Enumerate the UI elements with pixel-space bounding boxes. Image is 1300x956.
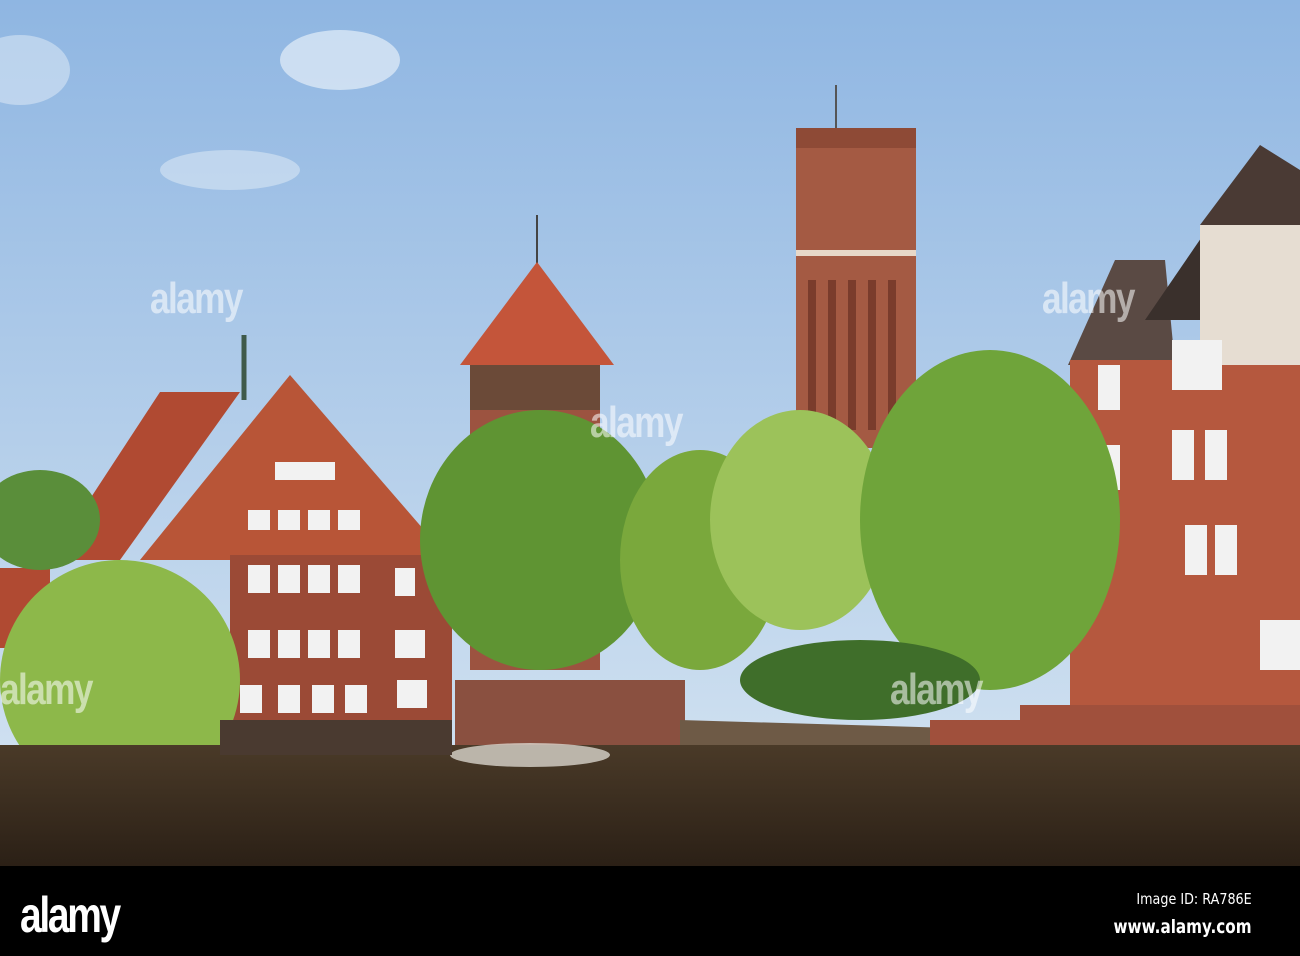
- cloud: [280, 30, 400, 90]
- watermark: alamy: [1042, 274, 1135, 323]
- river: [0, 745, 1300, 866]
- image-id: Image ID: RA786E: [1136, 890, 1252, 908]
- weir-foam: [450, 743, 610, 767]
- water-tower: [796, 85, 916, 448]
- left-foundation: [220, 720, 452, 755]
- cloud: [160, 150, 300, 190]
- alamy-logo: alamy: [20, 887, 121, 943]
- watermark: alamy: [590, 398, 683, 447]
- watermark: alamy: [150, 274, 243, 323]
- footer-bar: alamy Image ID: RA786E www.alamy.com: [0, 866, 1300, 956]
- site-url: www.alamy.com: [1113, 916, 1252, 938]
- watermark: alamy: [0, 665, 93, 714]
- watermark: alamy: [890, 665, 983, 714]
